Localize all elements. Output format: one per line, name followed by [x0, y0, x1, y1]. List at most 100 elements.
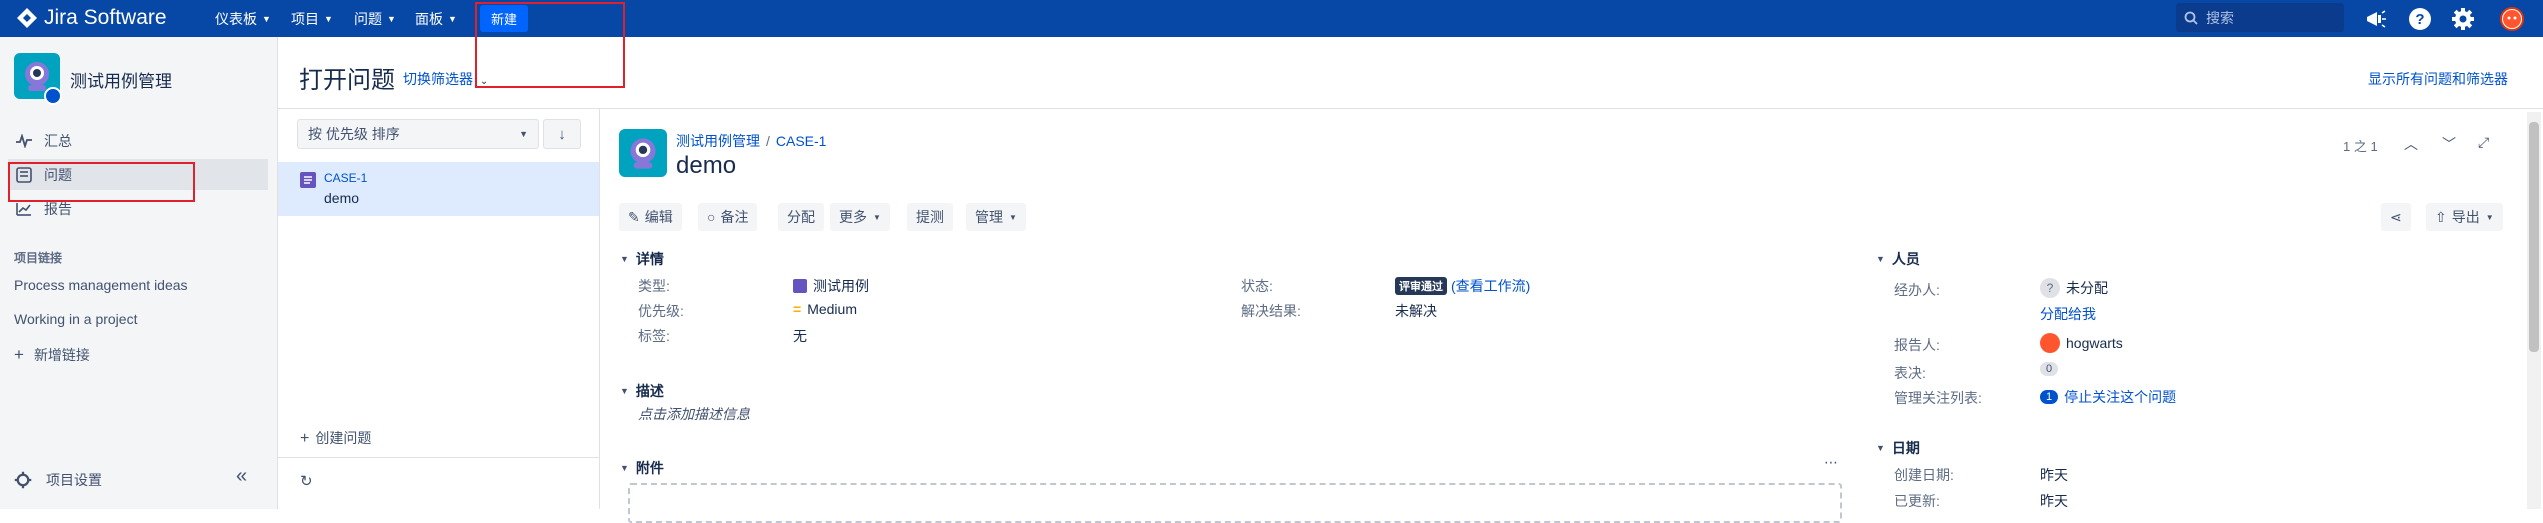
assignee-value[interactable]: ? 未分配: [2040, 278, 2108, 298]
resolution-label: 解决结果:: [1241, 303, 1301, 319]
project-settings-label: 项目设置: [46, 472, 102, 488]
create-issue-button[interactable]: + 创建问题: [300, 428, 371, 448]
status-badge: 评审通过: [1395, 277, 1447, 295]
help-icon[interactable]: ?: [2406, 5, 2434, 33]
description-section-toggle[interactable]: ▼ 描述: [620, 381, 664, 401]
comment-label: 备注: [720, 209, 749, 225]
type-value: 测试用例: [793, 276, 869, 296]
chevron-up-icon[interactable]: ︿: [2404, 134, 2418, 154]
chevron-down-icon: ▼: [620, 463, 629, 473]
people-section-toggle[interactable]: ▼ 人员: [1876, 249, 1920, 269]
breadcrumb-project[interactable]: 测试用例管理: [676, 133, 760, 149]
add-link-label: 新增链接: [33, 347, 90, 363]
sort-label: 按 优先级 排序: [308, 126, 400, 142]
priority-text: Medium: [807, 301, 857, 317]
share-button[interactable]: ⋖: [2381, 203, 2411, 231]
chevron-down-icon: ▼: [519, 129, 528, 139]
nav-projects[interactable]: 项目 ▼: [291, 0, 333, 37]
assign-to-me-link[interactable]: 分配给我: [2040, 304, 2096, 324]
export-button[interactable]: ⇧ 导出 ▼: [2426, 203, 2503, 231]
jira-logo[interactable]: Jira Software: [16, 5, 167, 31]
reporter-avatar: [2040, 333, 2060, 353]
project-link-process[interactable]: Process management ideas: [14, 277, 188, 293]
watchers-value[interactable]: 1 停止关注这个问题: [2040, 387, 2176, 407]
more-button[interactable]: 更多 ▼: [830, 203, 890, 231]
jira-diamond-icon: [17, 8, 37, 28]
labels-value[interactable]: 无: [793, 326, 807, 346]
labels-label: 标签:: [638, 328, 670, 344]
attachments-more-icon[interactable]: ⋯: [1824, 454, 1838, 471]
people-heading: 人员: [1891, 251, 1920, 267]
comment-button[interactable]: ○ 备注: [698, 203, 758, 231]
updated-label: 已更新:: [1894, 493, 1940, 509]
details-section-toggle[interactable]: ▼ 详情: [620, 249, 664, 269]
chevron-down-icon[interactable]: ﹀: [2442, 134, 2456, 154]
status-value: 评审通过 (查看工作流): [1395, 276, 1530, 296]
project-type-badge-icon: [44, 87, 62, 105]
dates-section-toggle[interactable]: ▼ 日期: [1876, 438, 1920, 458]
top-navigation-bar: Jira Software 仪表板 ▼ 项目 ▼ 问题 ▼ 面板 ▼ 新建 搜索 ?: [0, 0, 2543, 37]
plus-icon: +: [14, 345, 24, 364]
create-issue-label: 创建问题: [315, 430, 372, 446]
created-label: 创建日期:: [1894, 467, 1954, 483]
chevron-down-icon: ▼: [2485, 212, 2494, 222]
edit-label: 编辑: [644, 209, 673, 225]
breadcrumb: 测试用例管理 / CASE-1: [676, 131, 826, 151]
highlight-box-issues: [8, 162, 195, 202]
votes-label: 表决:: [1894, 365, 1926, 381]
attachment-dropzone[interactable]: [628, 483, 1842, 523]
reporter-value[interactable]: hogwarts: [2040, 333, 2123, 353]
expand-icon[interactable]: ⤢: [2478, 134, 2489, 151]
view-workflow-link[interactable]: (查看工作流): [1451, 276, 1530, 296]
project-link-working[interactable]: Working in a project: [14, 311, 137, 327]
submit-test-button[interactable]: 提测: [907, 203, 953, 231]
sidebar-item-summary[interactable]: 汇总: [14, 127, 72, 155]
assignee-text: 未分配: [2066, 280, 2108, 296]
resolution-value: 未解决: [1395, 303, 1437, 319]
description-field[interactable]: 点击添加描述信息: [638, 404, 750, 424]
details-heading: 详情: [635, 251, 664, 267]
dates-heading: 日期: [1891, 440, 1920, 456]
project-settings-link[interactable]: 项目设置: [14, 470, 102, 490]
assign-button[interactable]: 分配: [778, 203, 824, 231]
sort-direction-button[interactable]: ↓: [543, 119, 581, 149]
chevron-down-icon: ▼: [262, 13, 271, 24]
votes-value[interactable]: 0: [2040, 362, 2059, 376]
nav-issues[interactable]: 问题 ▼: [354, 0, 396, 37]
sort-order-select[interactable]: 按 优先级 排序 ▼: [297, 119, 539, 149]
attachments-section-toggle[interactable]: ▼ 附件: [620, 458, 664, 478]
add-link-button[interactable]: + 新增链接: [14, 345, 90, 365]
comment-icon: ○: [707, 209, 716, 225]
collapse-sidebar-icon[interactable]: «: [236, 465, 247, 488]
project-name[interactable]: 测试用例管理: [70, 67, 172, 92]
priority-label: 优先级:: [638, 303, 684, 319]
watchers-label: 管理关注列表:: [1894, 390, 1982, 406]
priority-value[interactable]: = Medium: [793, 301, 857, 317]
chevron-down-icon: ▼: [324, 13, 333, 24]
breadcrumb-issue-key[interactable]: CASE-1: [776, 133, 827, 149]
issue-title[interactable]: demo: [676, 152, 736, 180]
reporter-text: hogwarts: [2066, 335, 2123, 351]
show-all-issues-link[interactable]: 显示所有问题和筛选器: [2368, 69, 2508, 89]
search-input[interactable]: 搜索: [2176, 3, 2344, 32]
unassigned-avatar-icon: ?: [2040, 278, 2060, 298]
edit-button[interactable]: ✎ 编辑: [619, 203, 682, 231]
notifications-icon[interactable]: [2362, 5, 2390, 33]
admin-button[interactable]: 管理 ▼: [966, 203, 1026, 231]
export-icon: ⇧: [2435, 208, 2447, 225]
refresh-icon[interactable]: ↻: [300, 472, 313, 490]
page-title: 打开问题: [299, 67, 395, 94]
nav-issues-label: 问题: [354, 10, 382, 27]
status-label: 状态:: [1241, 278, 1273, 294]
nav-dashboards-label: 仪表板: [215, 10, 257, 27]
scrollbar-thumb[interactable]: [2529, 122, 2539, 352]
nav-boards[interactable]: 面板 ▼: [415, 0, 457, 37]
user-avatar[interactable]: [2500, 7, 2524, 31]
sidebar-item-label: 汇总: [44, 133, 72, 149]
list-item[interactable]: CASE-1 demo: [278, 162, 599, 216]
settings-icon[interactable]: [2449, 5, 2477, 33]
nav-dashboards[interactable]: 仪表板 ▼: [215, 0, 271, 37]
stop-watching-link[interactable]: 停止关注这个问题: [2064, 387, 2176, 407]
project-avatar[interactable]: [619, 129, 667, 177]
list-footer-divider: [278, 457, 599, 458]
